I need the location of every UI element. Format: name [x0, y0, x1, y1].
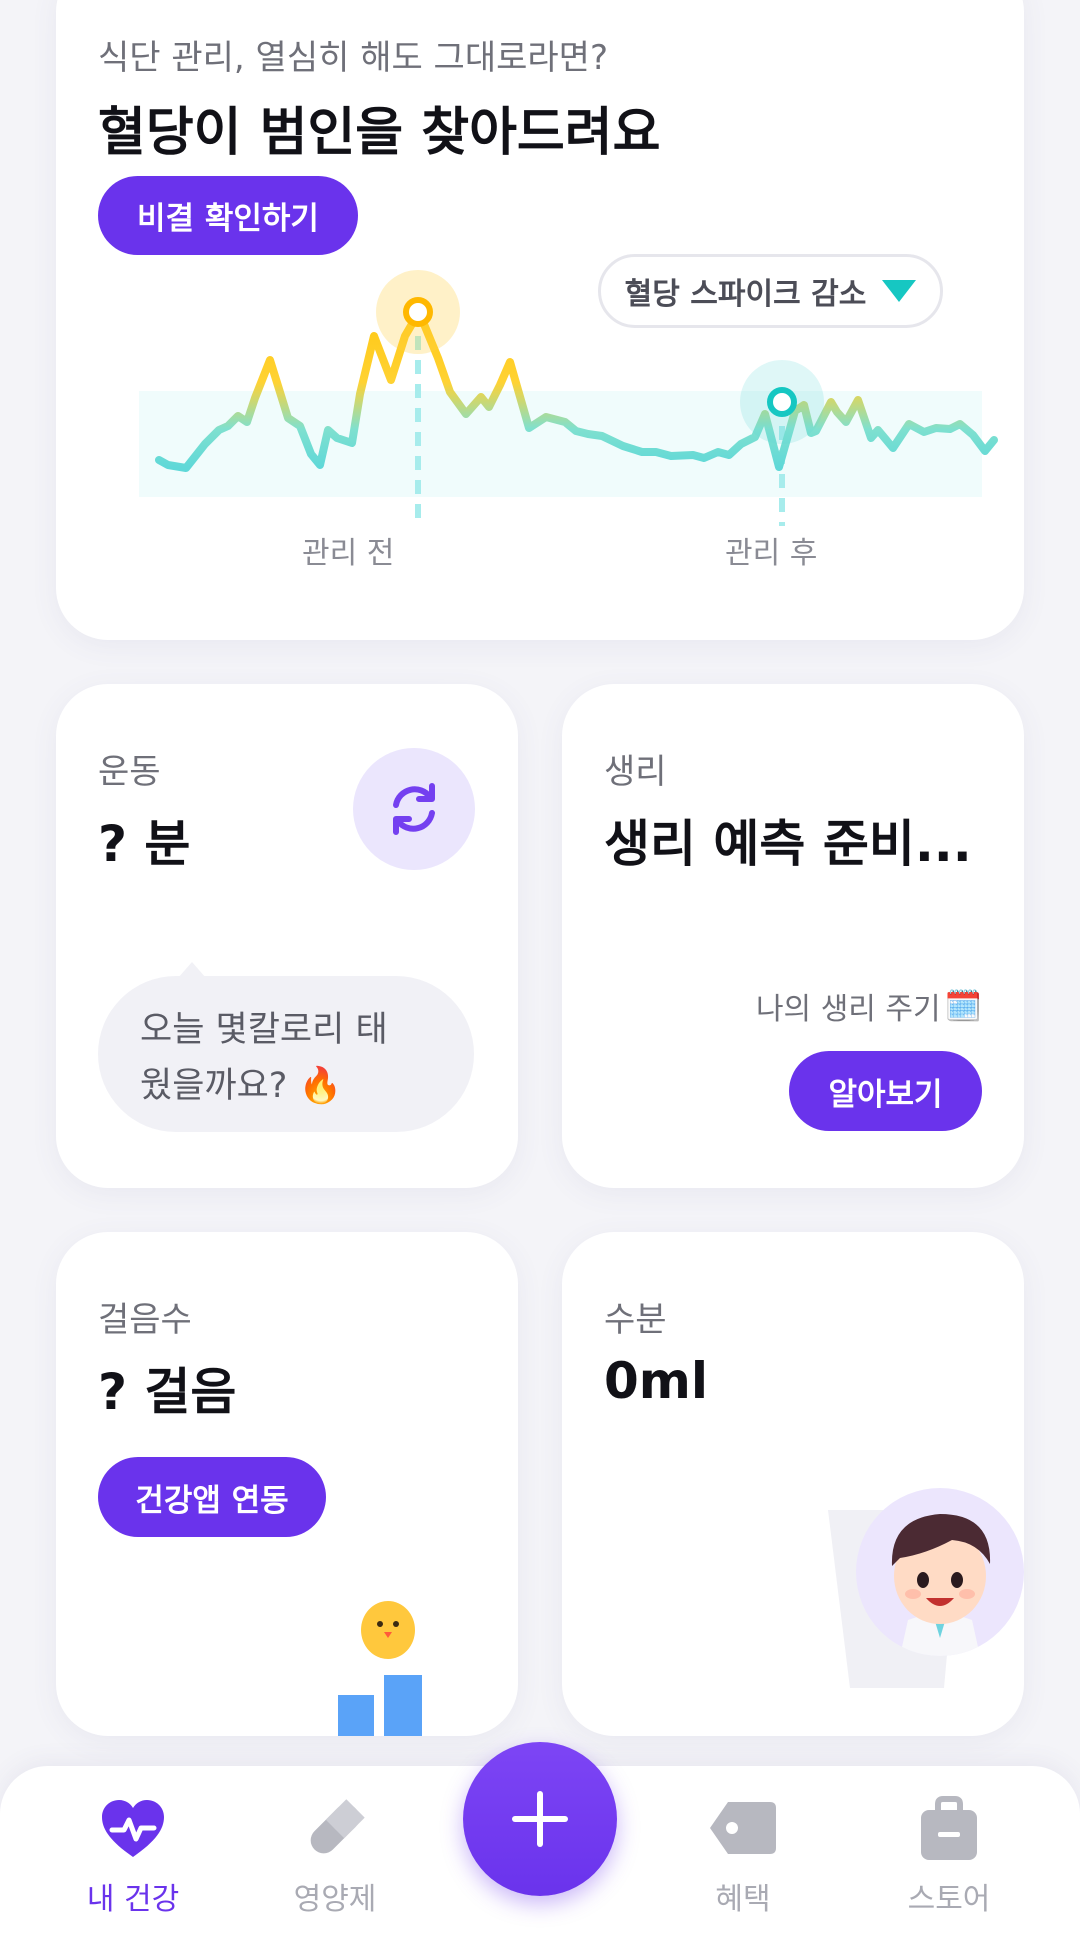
add-record-button[interactable]: [463, 1742, 617, 1896]
period-label: 생리: [604, 752, 667, 792]
period-cycle-label: 나의 생리 주기: [755, 992, 941, 1027]
bubble-line-2: 웠을까요? 🔥: [140, 1066, 343, 1106]
nav-label-benefits: 혜택: [715, 1882, 771, 1917]
glucose-card[interactable]: 식단 관리, 열심히 해도 그대로라면? 혈당이 범인을 찾아드려요 비결 확인…: [56, 0, 1024, 640]
pill-icon: [310, 1799, 365, 1854]
plus-icon: [512, 1791, 568, 1847]
sync-icon: [393, 783, 435, 835]
shopping-bag-icon: [921, 1796, 977, 1860]
chick-bar-chart-illustration: [338, 1601, 422, 1736]
before-management-label: 관리 전: [302, 536, 395, 571]
exercise-label: 운동: [98, 752, 161, 792]
calorie-prompt-bubble[interactable]: 오늘 몇칼로리 태 웠을까요? 🔥: [98, 962, 474, 1132]
tag-icon: [710, 1802, 776, 1854]
water-value: 0ml: [604, 1352, 709, 1410]
period-card[interactable]: 생리 생리 예측 준비... 나의 생리 주기 🗓️ 알아보기: [562, 684, 1024, 1188]
after-management-label: 관리 후: [725, 536, 818, 571]
spike-reduction-label: 혈당 스파이크 감소: [624, 277, 867, 312]
water-label: 수분: [604, 1300, 667, 1340]
nav-label-store: 스토어: [907, 1882, 991, 1917]
nav-item-store[interactable]: 스토어: [874, 1766, 1024, 1934]
check-secret-button[interactable]: 비결 확인하기: [98, 176, 358, 255]
sync-button[interactable]: [353, 748, 475, 870]
steps-value: ? 걸음: [98, 1363, 237, 1421]
calendar-icon: 🗓️: [944, 988, 982, 1024]
doctor-assistant-button[interactable]: [856, 1488, 1024, 1656]
period-cycle-link[interactable]: 나의 생리 주기 🗓️: [756, 984, 982, 1028]
nav-label-my-health: 내 건강: [86, 1882, 180, 1917]
period-value: 생리 예측 준비...: [604, 815, 972, 873]
nav-item-my-health[interactable]: 내 건강: [58, 1766, 208, 1934]
bubble-line-1: 오늘 몇칼로리 태: [140, 1010, 388, 1050]
water-card[interactable]: 수분 0ml: [562, 1232, 1024, 1736]
exercise-card[interactable]: 운동 ? 분 오늘 몇칼로리 태 웠을까요? 🔥: [56, 684, 518, 1188]
connect-health-app-button[interactable]: 건강앱 연동: [98, 1457, 326, 1537]
down-triangle-icon: [882, 280, 917, 302]
nav-item-benefits[interactable]: 혜택: [668, 1766, 818, 1934]
doctor-avatar-icon: [891, 1514, 991, 1656]
learn-more-button[interactable]: 알아보기: [789, 1051, 982, 1131]
nav-label-supplements: 영양제: [293, 1882, 377, 1917]
steps-card[interactable]: 걸음수 ? 걸음 건강앱 연동: [56, 1232, 518, 1736]
glucose-subtitle: 식단 관리, 열심히 해도 그대로라면?: [98, 38, 609, 78]
exercise-value: ? 분: [98, 815, 191, 873]
spike-reduction-badge: 혈당 스파이크 감소: [598, 254, 943, 328]
nav-item-supplements[interactable]: 영양제: [260, 1766, 410, 1934]
glucose-title: 혈당이 범인을 찾아드려요: [98, 103, 661, 163]
heart-pulse-icon: [102, 1800, 164, 1857]
steps-label: 걸음수: [98, 1300, 192, 1340]
